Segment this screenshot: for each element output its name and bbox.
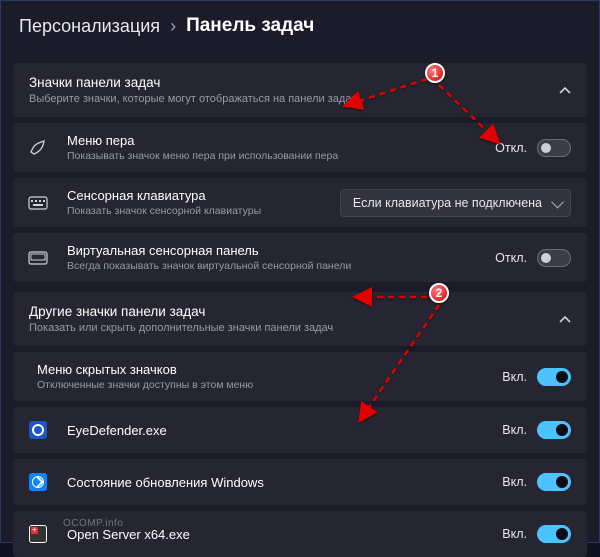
toggle-pen-menu[interactable] (537, 139, 571, 157)
row-title: Open Server x64.exe (67, 527, 502, 542)
row-title: Меню скрытых значков (37, 362, 502, 377)
touchpad-icon (27, 247, 49, 269)
app-icon (27, 523, 49, 545)
section-sub: Показать или скрыть дополнительные значк… (29, 322, 333, 334)
dropdown-touch-keyboard[interactable]: Если клавиатура не подключена (340, 189, 571, 217)
row-title: Виртуальная сенсорная панель (67, 243, 495, 258)
toggle-hidden-icons-menu[interactable] (537, 368, 571, 386)
toggle-state-label: Вкл. (502, 527, 527, 541)
pen-icon (27, 137, 49, 159)
breadcrumb-current: Панель задач (186, 15, 314, 37)
row-pen-menu: Меню пера Показывать значок меню пера пр… (13, 123, 587, 172)
toggle-virtual-touchpad[interactable] (537, 249, 571, 267)
watermark: OCOMP.info (63, 518, 123, 529)
toggle-windows-update[interactable] (537, 473, 571, 491)
row-title: Меню пера (67, 133, 495, 148)
chevron-up-icon (559, 313, 571, 325)
section-sub: Выберите значки, которые могут отображат… (29, 93, 357, 105)
toggle-eyedefender[interactable] (537, 421, 571, 439)
row-eyedefender: EyeDefender.exe Вкл. (13, 407, 587, 453)
row-sub: Всегда показывать значок виртуальной сен… (67, 260, 495, 272)
touch-keyboard-icon (27, 192, 49, 214)
section-taskbar-icons[interactable]: Значки панели задач Выберите значки, кот… (13, 63, 587, 117)
row-windows-update: Состояние обновления Windows Вкл. (13, 459, 587, 505)
section-other-icons[interactable]: Другие значки панели задач Показать или … (13, 292, 587, 346)
row-virtual-touchpad: Виртуальная сенсорная панель Всегда пока… (13, 233, 587, 282)
row-hidden-icons-menu: Меню скрытых значков Отключенные значки … (13, 352, 587, 401)
toggle-state-label: Откл. (495, 251, 527, 265)
row-title: Состояние обновления Windows (67, 475, 502, 490)
row-title: Сенсорная клавиатура (67, 188, 340, 203)
app-icon (27, 471, 49, 493)
row-sub: Показывать значок меню пера при использо… (67, 150, 495, 162)
toggle-open-server[interactable] (537, 525, 571, 543)
row-title: EyeDefender.exe (67, 423, 502, 438)
app-icon (27, 419, 49, 441)
breadcrumb-separator: › (170, 16, 176, 37)
chevron-up-icon (559, 84, 571, 96)
row-touch-keyboard: Сенсорная клавиатура Показать значок сен… (13, 178, 587, 227)
breadcrumb: Персонализация › Панель задач (1, 1, 599, 53)
row-sub: Отключенные значки доступны в этом меню (37, 379, 502, 391)
section-title: Другие значки панели задач (29, 304, 333, 319)
toggle-state-label: Откл. (495, 141, 527, 155)
breadcrumb-parent[interactable]: Персонализация (19, 16, 160, 37)
toggle-state-label: Вкл. (502, 475, 527, 489)
toggle-state-label: Вкл. (502, 423, 527, 437)
section-title: Значки панели задач (29, 75, 357, 90)
toggle-state-label: Вкл. (502, 370, 527, 384)
row-sub: Показать значок сенсорной клавиатуры (67, 205, 340, 217)
